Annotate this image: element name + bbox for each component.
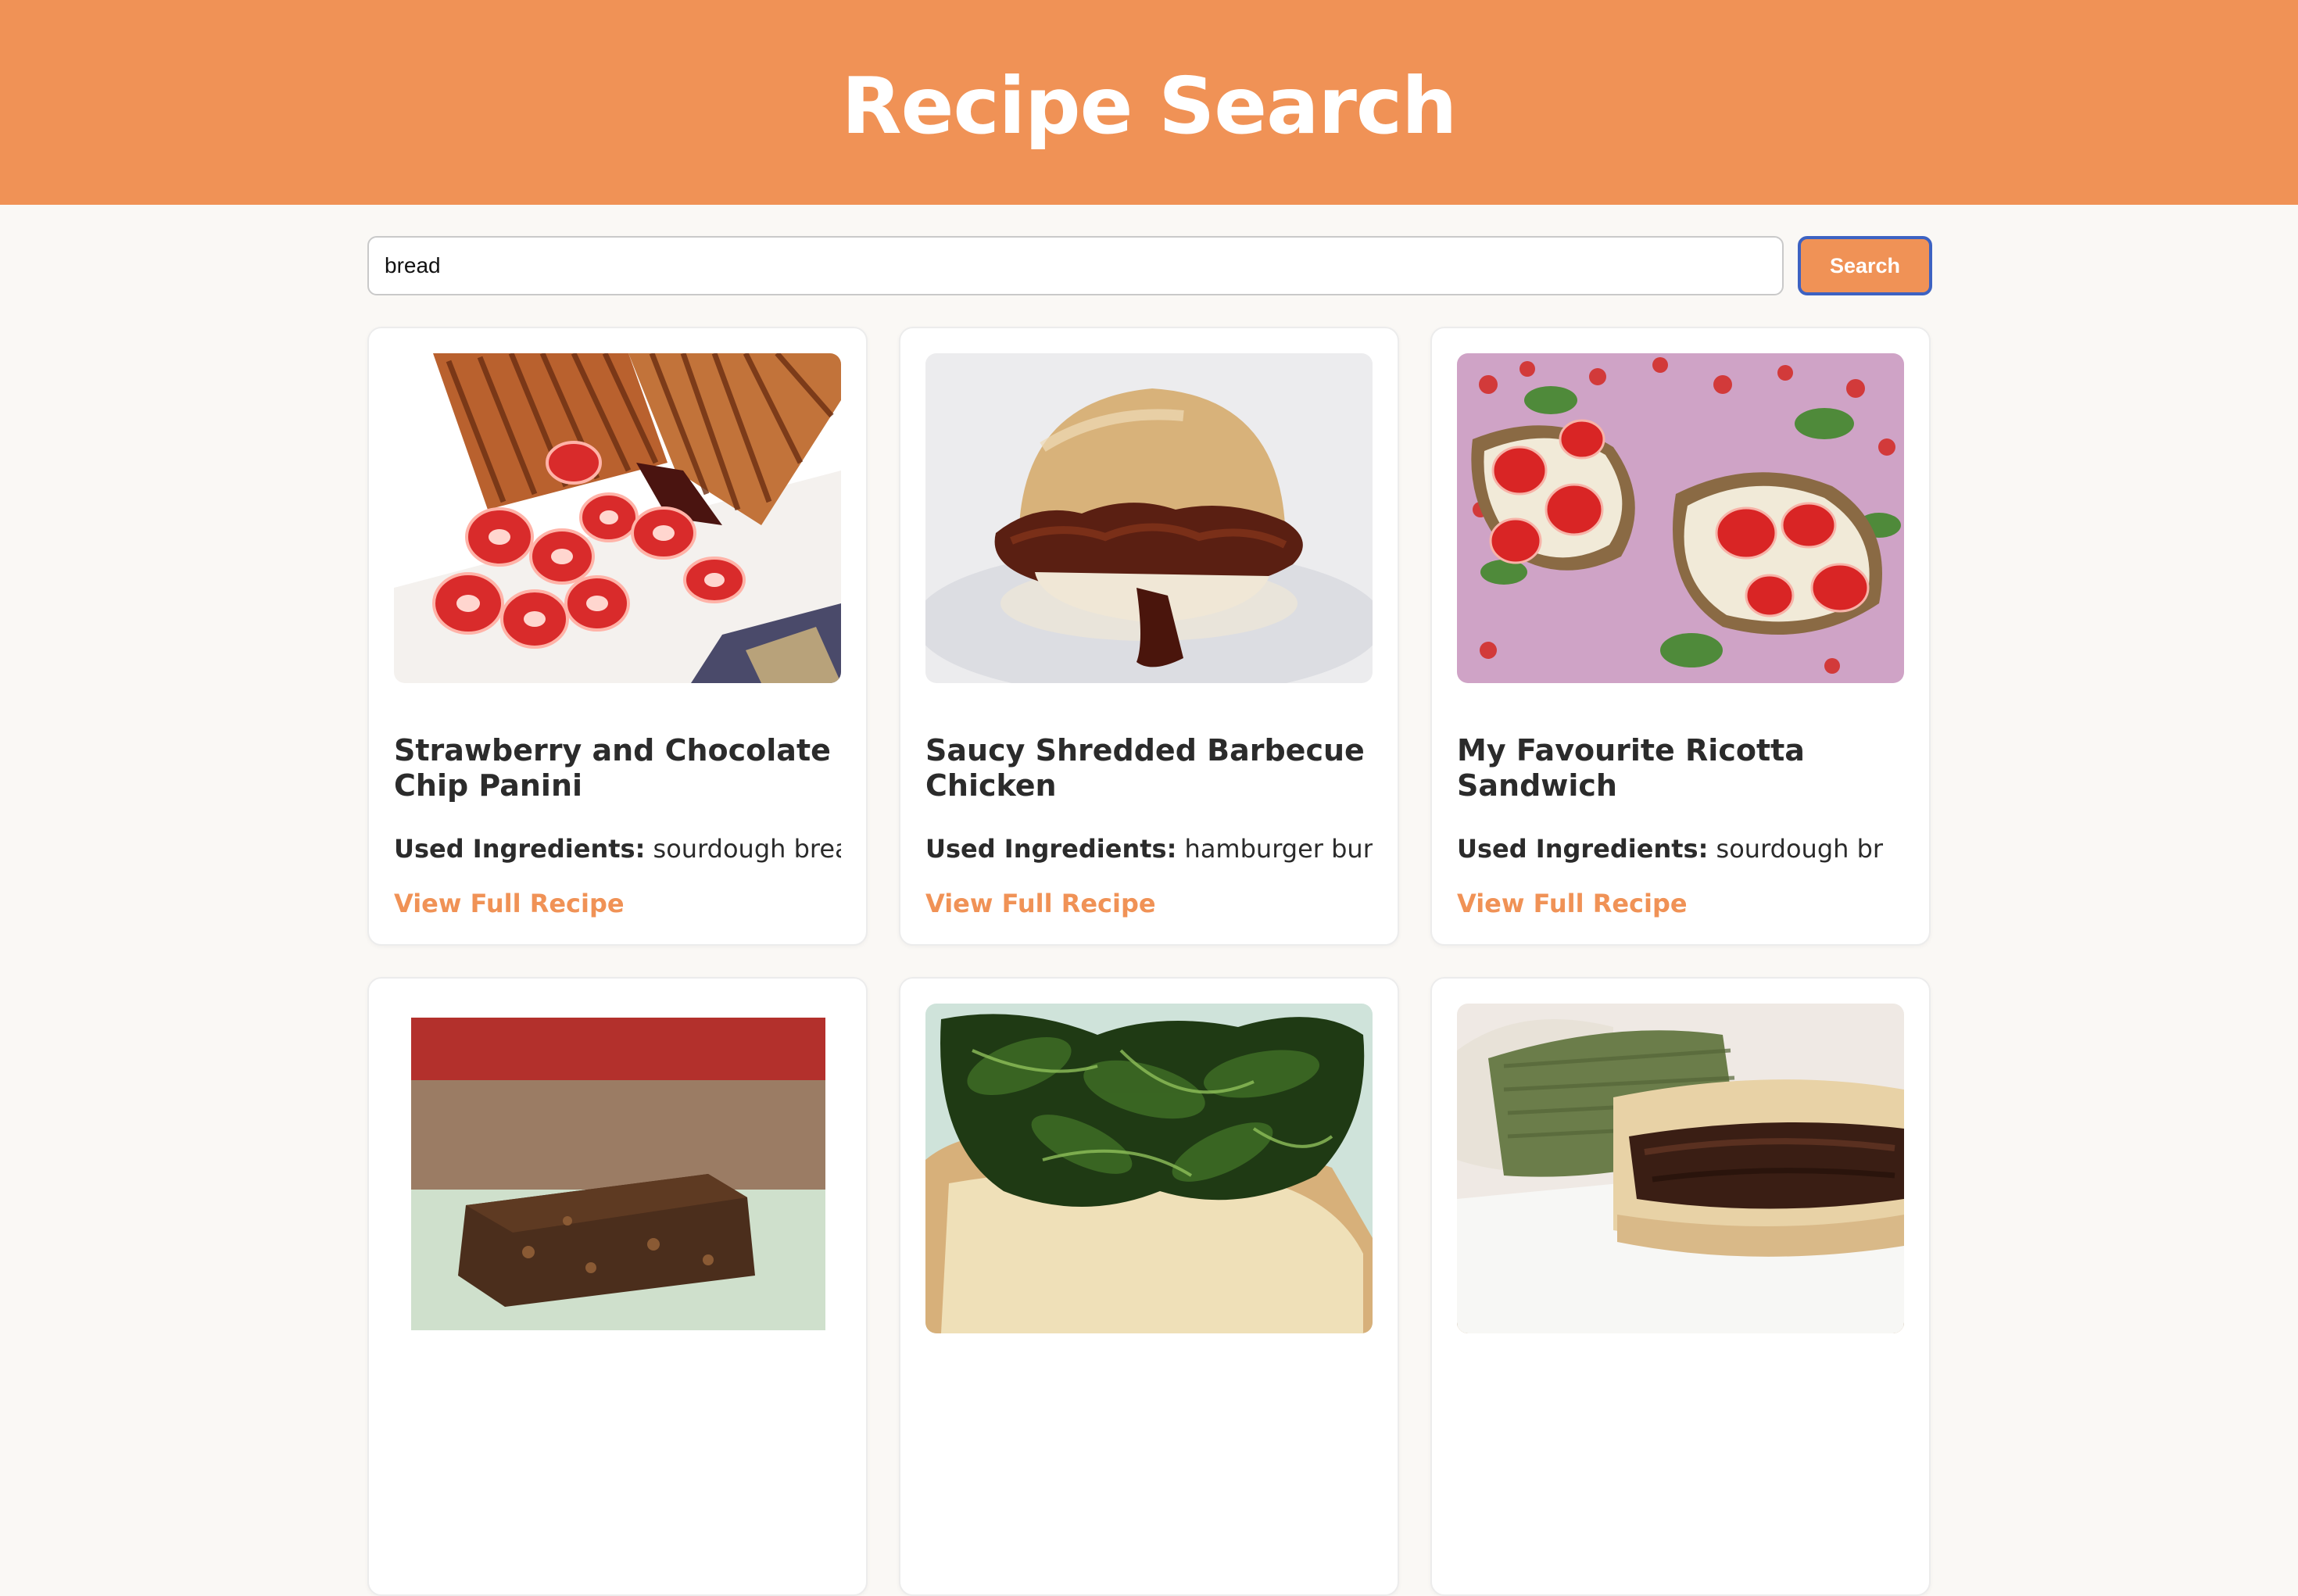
search-bar: Search — [367, 236, 1932, 295]
recipe-title: Saucy Shredded Barbecue Chicken — [925, 733, 1365, 803]
greens-toast-photo — [925, 1004, 1373, 1333]
recipe-image[interactable] — [394, 353, 841, 683]
search-input[interactable] — [367, 236, 1784, 295]
search-button[interactable]: Search — [1798, 236, 1932, 295]
used-ingredients-value: sourdough bread — [653, 834, 841, 864]
recipe-image[interactable] — [1457, 353, 1904, 683]
view-full-recipe-link[interactable]: View Full Recipe — [394, 888, 625, 919]
recipe-card — [899, 977, 1399, 1596]
recipe-card — [1430, 977, 1931, 1596]
ricotta-toast-photo — [1457, 353, 1904, 683]
recipe-image[interactable] — [925, 1004, 1373, 1333]
recipe-card: Saucy Shredded Barbecue Chicken Used Ing… — [899, 327, 1399, 946]
recipe-card: My Favourite Ricotta Sandwich Used Ingre… — [1430, 327, 1931, 946]
used-ingredients: Used Ingredients: sourdough bread — [394, 833, 841, 864]
recipe-image[interactable] — [411, 1018, 825, 1330]
view-full-recipe-link[interactable]: View Full Recipe — [1457, 888, 1688, 919]
brownie-photo — [411, 1018, 825, 1330]
panini-photo — [394, 353, 841, 683]
recipe-title: Strawberry and Chocolate Chip Panini — [394, 733, 831, 803]
bbq-sandwich-photo — [925, 353, 1373, 683]
used-ingredients: Used Ingredients: sourdough br — [1457, 833, 1904, 864]
used-ingredients-value: sourdough br — [1716, 834, 1884, 864]
view-full-recipe-link[interactable]: View Full Recipe — [925, 888, 1156, 919]
used-ingredients-label: Used Ingredients: — [394, 834, 646, 864]
page-title: Recipe Search — [841, 59, 1458, 152]
used-ingredients: Used Ingredients: hamburger buns — [925, 833, 1373, 864]
recipe-card: Strawberry and Chocolate Chip Panini Use… — [367, 327, 868, 946]
recipe-title: My Favourite Ricotta Sandwich — [1457, 733, 1805, 803]
used-ingredients-label: Used Ingredients: — [1457, 834, 1709, 864]
recipe-image[interactable] — [1457, 1004, 1904, 1333]
used-ingredients-label: Used Ingredients: — [925, 834, 1177, 864]
used-ingredients-value: hamburger buns — [1184, 834, 1373, 864]
sausage-bun-photo — [1457, 1004, 1904, 1333]
recipe-image[interactable] — [925, 353, 1373, 683]
page-header: Recipe Search — [0, 0, 2298, 205]
recipe-card — [367, 977, 868, 1596]
